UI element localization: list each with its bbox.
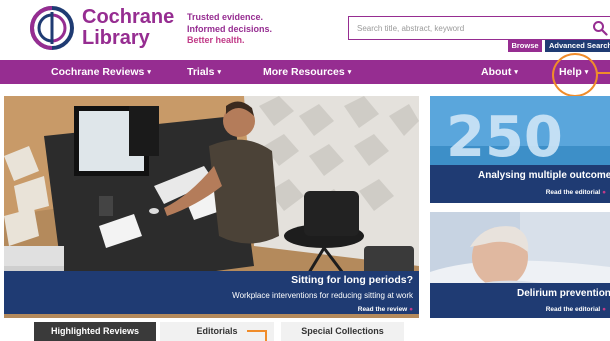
side-card-1-read-label: Read the editorial bbox=[545, 189, 601, 196]
tagline: Trusted evidence. Informed decisions. Be… bbox=[187, 12, 272, 47]
brand-name-line2: Library bbox=[82, 27, 150, 49]
hero-image[interactable]: Sitting for long periods? Workplace inte… bbox=[4, 96, 419, 318]
nav-item-cochrane-reviews[interactable]: Cochrane Reviews ▾ bbox=[51, 60, 151, 84]
arrow-bullet-icon: ● bbox=[602, 306, 606, 313]
nav-item-label: Cochrane Reviews bbox=[51, 66, 145, 78]
site-header: Cochrane Library Trusted evidence. Infor… bbox=[0, 0, 610, 60]
nav-item-trials[interactable]: Trials ▾ bbox=[187, 60, 221, 84]
help-highlight-circle bbox=[552, 53, 598, 97]
nav-item-more-resources[interactable]: More Resources ▾ bbox=[263, 60, 351, 84]
editorials-highlight-mark-vertical bbox=[265, 330, 267, 341]
hero-title[interactable]: Sitting for long periods? bbox=[291, 274, 413, 286]
nav-item-label: About bbox=[481, 66, 512, 78]
side-card-1-read-link[interactable]: Read the editorial ● bbox=[546, 189, 606, 196]
search-input[interactable] bbox=[357, 20, 577, 36]
chevron-down-icon: ▾ bbox=[147, 69, 151, 76]
hero-read-label: Read the review bbox=[357, 306, 408, 313]
help-highlight-arrow bbox=[596, 72, 610, 74]
browse-button[interactable]: Browse bbox=[508, 40, 542, 52]
nav-item-about[interactable]: About ▾ bbox=[481, 60, 518, 84]
search-box bbox=[348, 16, 610, 40]
main-nav: Cochrane Reviews ▾ Trials ▾ More Resources… bbox=[0, 60, 610, 84]
brand-name-line1: Cochrane bbox=[82, 6, 175, 28]
side-card-1-title[interactable]: Analysing multiple outcomes bbox=[478, 170, 610, 181]
tagline-line3: Better health. bbox=[187, 35, 245, 45]
chevron-down-icon: ▾ bbox=[514, 69, 518, 76]
arrow-bullet-icon: ● bbox=[602, 189, 606, 196]
chevron-down-icon: ▾ bbox=[347, 69, 352, 76]
side-card-2-read-link[interactable]: Read the editorial ● bbox=[546, 306, 606, 313]
nav-item-label: More Resources bbox=[263, 66, 345, 78]
tab-special-collections[interactable]: Special Collections bbox=[281, 322, 404, 341]
arrow-bullet-icon: ● bbox=[409, 306, 413, 313]
side-card-2-title[interactable]: Delirium prevention bbox=[517, 288, 610, 299]
advanced-search-button[interactable]: Advanced Search bbox=[545, 40, 610, 52]
search-icon[interactable] bbox=[592, 20, 608, 36]
nav-item-label: Trials bbox=[187, 66, 215, 78]
cochrane-logo-icon[interactable] bbox=[30, 6, 74, 50]
hero-read-link[interactable]: Read the review ● bbox=[358, 306, 413, 313]
tagline-line2: Informed decisions. bbox=[187, 23, 273, 34]
page: Cochrane Library Trusted evidence. Infor… bbox=[0, 0, 610, 341]
chevron-down-icon: ▾ bbox=[217, 69, 221, 76]
tab-highlighted-reviews[interactable]: Highlighted Reviews bbox=[34, 322, 156, 341]
numbers-image-text: 250 bbox=[446, 105, 563, 170]
editorials-highlight-mark bbox=[247, 330, 267, 332]
hero-subtitle: Workplace interventions for reducing sit… bbox=[232, 291, 413, 300]
side-card-2-read-label: Read the editorial bbox=[545, 306, 601, 313]
tagline-line1: Trusted evidence. bbox=[187, 12, 264, 22]
brand-name[interactable]: Cochrane Library bbox=[82, 7, 174, 49]
